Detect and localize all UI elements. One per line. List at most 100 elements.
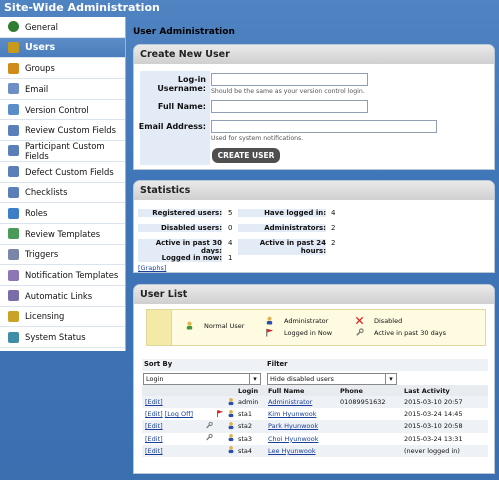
- phone-cell: [337, 432, 401, 445]
- sidebar-item-participant-custom-fields[interactable]: Participant Custom Fields: [0, 141, 125, 162]
- sidebar-item-review-custom-fields[interactable]: Review Custom Fields: [0, 120, 125, 142]
- filter-select[interactable]: Hide disabled users ▾: [267, 373, 397, 385]
- edit-link[interactable]: [Edit]: [145, 410, 163, 418]
- chevron-down-icon: ▾: [385, 374, 396, 384]
- logged-in-value: 4: [331, 209, 336, 217]
- sidebar-item-general[interactable]: General: [0, 17, 125, 38]
- graphs-link[interactable]: [Graphs]: [138, 264, 166, 272]
- legend-admin: Administrator: [265, 316, 328, 325]
- edit-link[interactable]: [Edit]: [145, 435, 163, 443]
- last-activity-cell: 2015-03-24 14:45: [401, 408, 488, 421]
- sidebar-item-label: Review Custom Fields: [25, 125, 116, 136]
- user-list-header: User List: [134, 285, 494, 304]
- fullname-link[interactable]: Choi Hyunwook: [268, 435, 319, 443]
- sidebar-item-label: Participant Custom Fields: [25, 140, 105, 161]
- email-field[interactable]: [211, 120, 437, 133]
- username-field[interactable]: [211, 73, 368, 86]
- create-user-panel: Create New User Log-in Username: Should …: [133, 44, 495, 170]
- status-icon: [8, 331, 19, 343]
- version-control-icon: [8, 104, 19, 116]
- sidebar-item-label: Review Templates: [25, 228, 101, 239]
- sidebar-item-users[interactable]: Users: [0, 37, 125, 59]
- phone-cell: [337, 444, 401, 457]
- disabled-icon: [355, 316, 364, 325]
- sort-filter-bar: [142, 359, 488, 371]
- fullname-link[interactable]: Lee Hyunwook: [268, 447, 316, 455]
- sidebar-item-label: Roles: [25, 208, 48, 219]
- sidebar-item-version-control[interactable]: Version Control: [0, 100, 125, 121]
- sidebar-item-licensing[interactable]: Licensing: [0, 307, 125, 328]
- sidebar-item-label: Defect Custom Fields: [25, 166, 114, 177]
- registered-users-value: 5: [228, 209, 233, 217]
- login-cell: sta1: [235, 408, 265, 421]
- edit-link[interactable]: [Edit]: [145, 422, 163, 430]
- sidebar-item-system-status[interactable]: System Status: [0, 327, 125, 348]
- create-user-button[interactable]: CREATE USER: [212, 148, 280, 163]
- sidebar-item-checklists[interactable]: Checklists: [0, 183, 125, 204]
- col-last-activity[interactable]: Last Activity: [401, 385, 488, 396]
- notification-icon: [8, 269, 19, 281]
- last-activity-cell: 2015-03-24 13:31: [401, 432, 488, 445]
- col-login[interactable]: Login: [235, 385, 265, 396]
- sidebar-item-label: Notification Templates: [25, 270, 119, 281]
- flag-icon: [266, 328, 274, 337]
- flag-icon: [217, 410, 224, 417]
- login-cell: sta3: [235, 432, 265, 445]
- sidebar-item-review-templates[interactable]: Review Templates: [0, 224, 125, 245]
- link-icon: [8, 290, 19, 302]
- admin-icon: [228, 434, 234, 442]
- users-table: Login Full Name Phone Last Activity [Edi…: [142, 385, 488, 457]
- sidebar-item-label: Groups: [25, 63, 55, 74]
- page-title: Site-Wide Administration: [4, 1, 160, 14]
- sidebar-item-label: Email: [25, 83, 49, 94]
- fullname-field[interactable]: [211, 100, 368, 113]
- section-title: User Administration: [133, 27, 235, 37]
- sidebar-item-label: System Status: [25, 332, 86, 343]
- last-activity-cell: (never logged in): [401, 444, 488, 457]
- globe-icon: [8, 21, 19, 33]
- fullname-link[interactable]: Administrator: [268, 398, 312, 406]
- fullname-label: Full Name:: [157, 102, 206, 111]
- sidebar-item-email[interactable]: Email: [0, 79, 125, 100]
- active-30-label: Active in past 30 days:: [138, 239, 222, 255]
- col-fullname[interactable]: Full Name: [265, 385, 337, 396]
- login-cell: sta4: [235, 444, 265, 457]
- email-label: Email Address:: [138, 122, 206, 131]
- disabled-users-label: Disabled users:: [138, 224, 222, 232]
- logged-now-value: 1: [228, 254, 233, 262]
- user-list-panel: User List Normal User Administrator Logg…: [133, 284, 495, 474]
- phone-cell: [337, 408, 401, 421]
- wrench-icon: [206, 421, 213, 429]
- admin-icon: [228, 409, 234, 417]
- sort-select[interactable]: Login ▾: [143, 373, 261, 385]
- sidebar-item-triggers[interactable]: Triggers: [0, 245, 125, 266]
- table-row: [Edit] sta4 Lee Hyunwook (never logged in): [142, 444, 488, 457]
- administrators-value: 2: [331, 224, 336, 232]
- fullname-link[interactable]: Kim Hyunwook: [268, 410, 316, 418]
- last-activity-cell: 2015-03-10 20:57: [401, 396, 488, 409]
- sidebar-item-groups[interactable]: Groups: [0, 58, 125, 80]
- sort-label: Sort By: [144, 360, 173, 368]
- sidebar-item-defect-custom-fields[interactable]: Defect Custom Fields: [0, 162, 125, 183]
- admin-icon: [228, 446, 234, 454]
- custom-fields-icon: [8, 166, 19, 178]
- edit-link[interactable]: [Edit]: [145, 447, 163, 455]
- edit-link[interactable]: [Edit]: [145, 398, 163, 406]
- normal-user-icon: [186, 321, 193, 330]
- active-24-label: Active in past 24 hours:: [238, 239, 326, 255]
- sidebar-item-notification-templates[interactable]: Notification Templates: [0, 265, 125, 286]
- log-off-link[interactable]: [Log Off]: [165, 410, 193, 418]
- col-phone[interactable]: Phone: [337, 385, 401, 396]
- login-cell: sta2: [235, 420, 265, 433]
- sidebar-item-roles[interactable]: Roles: [0, 203, 125, 224]
- statistics-panel: Statistics Registered users: 5 Have logg…: [133, 180, 495, 273]
- admin-sidebar: General Users Groups Email Version Control Re…: [0, 17, 126, 351]
- custom-fields-icon: [8, 145, 19, 157]
- create-user-header: Create New User: [134, 45, 494, 64]
- trigger-icon: [8, 248, 19, 260]
- username-label: Log-in Username:: [157, 75, 206, 93]
- user-icon: [8, 42, 19, 54]
- sidebar-item-automatic-links[interactable]: Automatic Links: [0, 286, 125, 307]
- chevron-down-icon: ▾: [249, 374, 260, 384]
- fullname-link[interactable]: Park Hyunwook: [268, 422, 318, 430]
